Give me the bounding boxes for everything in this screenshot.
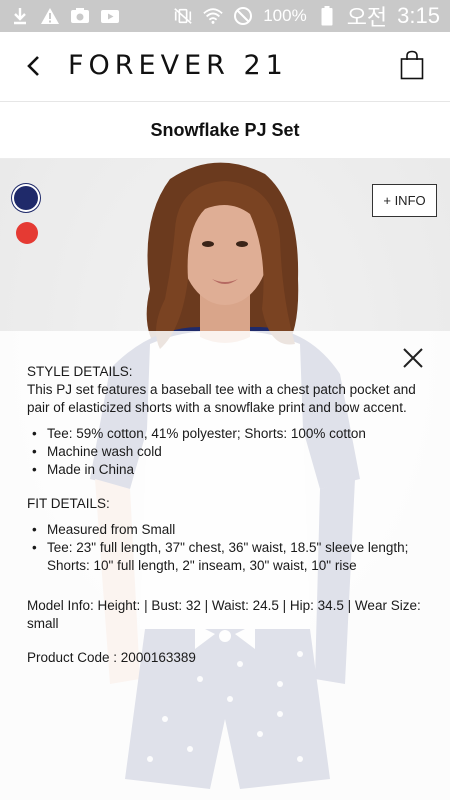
back-button[interactable]: [18, 52, 50, 84]
status-bar-right: 100% 오전 3:15: [173, 0, 440, 32]
status-bar: 100% 오전 3:15: [0, 0, 450, 32]
vibrate-mute-icon: [173, 6, 193, 26]
battery-percent: 100%: [263, 6, 307, 25]
style-description: This PJ set features a baseball tee with…: [27, 382, 416, 415]
close-icon: [402, 348, 424, 372]
color-swatch-navy[interactable]: [14, 186, 38, 210]
app-header: FOREVER 21: [0, 32, 450, 102]
fit-details-list: Measured from Small Tee: 23" full length…: [27, 521, 423, 575]
shopping-bag-button[interactable]: [396, 50, 428, 84]
list-item: Tee: 23" full length, 37" chest, 36" wai…: [27, 539, 423, 575]
list-item: Made in China: [27, 461, 423, 479]
youtube-icon: [100, 6, 120, 26]
list-item: Measured from Small: [27, 521, 423, 539]
product-details-panel: STYLE DETAILS: This PJ set features a ba…: [0, 331, 450, 800]
fit-details-heading: FIT DETAILS:: [27, 496, 110, 511]
battery-icon: [317, 6, 337, 26]
brand-logo[interactable]: FOREVER 21: [68, 50, 288, 81]
style-details-heading: STYLE DETAILS:: [27, 364, 133, 379]
warning-icon: [40, 6, 60, 26]
shopping-bag-icon: [400, 50, 424, 85]
download-icon: [10, 6, 30, 26]
style-details-list: Tee: 59% cotton, 41% polyester; Shorts: …: [27, 425, 423, 479]
info-button[interactable]: + INFO: [372, 184, 437, 217]
status-ampm: 오전: [346, 5, 388, 30]
image-icon: [70, 6, 90, 26]
list-item: Tee: 59% cotton, 41% polyester; Shorts: …: [27, 425, 423, 443]
block-icon: [233, 6, 253, 26]
product-title: Snowflake PJ Set: [150, 119, 300, 140]
chevron-left-icon: [25, 54, 43, 83]
product-code: Product Code : 2000163389: [27, 650, 196, 665]
status-time: 3:15: [397, 3, 440, 28]
status-bar-left: [10, 6, 120, 26]
list-item: Machine wash cold: [27, 443, 423, 461]
close-details-button[interactable]: [402, 347, 424, 369]
model-info: Model Info: Height: | Bust: 32 | Waist: …: [27, 598, 421, 631]
color-swatch-red[interactable]: [16, 222, 38, 244]
wifi-icon: [203, 6, 223, 26]
product-title-bar: Snowflake PJ Set: [0, 102, 450, 159]
